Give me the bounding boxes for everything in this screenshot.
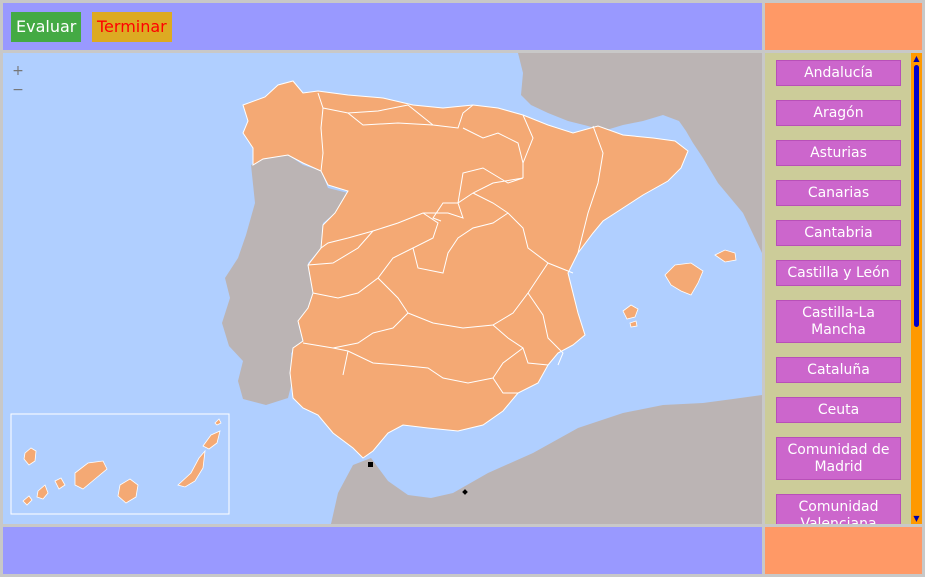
menorca-island[interactable] bbox=[714, 249, 737, 263]
region-panel: Andalucía Aragón Asturias Canarias Canta… bbox=[765, 53, 922, 524]
mallorca-island[interactable] bbox=[664, 262, 704, 296]
scroll-thumb[interactable] bbox=[914, 65, 919, 327]
region-item-aragon[interactable]: Aragón bbox=[776, 100, 901, 126]
top-right-panel bbox=[765, 3, 922, 50]
region-item-ceuta[interactable]: Ceuta bbox=[776, 397, 901, 423]
top-toolbar: Evaluar Terminar bbox=[3, 3, 762, 50]
region-item-comunidad-valenciana[interactable]: Comunidad Valenciana bbox=[776, 494, 901, 524]
zoom-out-button[interactable]: − bbox=[11, 82, 25, 98]
ibiza-island[interactable] bbox=[622, 304, 639, 320]
zoom-in-button[interactable]: + bbox=[11, 63, 25, 79]
bottom-right-panel bbox=[765, 527, 922, 574]
region-item-cataluna[interactable]: Cataluña bbox=[776, 357, 901, 383]
canary-islands[interactable] bbox=[22, 418, 222, 506]
formentera-island[interactable] bbox=[629, 320, 638, 328]
region-item-castilla-y-leon[interactable]: Castilla y León bbox=[776, 260, 901, 286]
region-item-comunidad-de-madrid[interactable]: Comunidad de Madrid bbox=[776, 437, 901, 480]
region-item-cantabria[interactable]: Cantabria bbox=[776, 220, 901, 246]
region-item-castilla-la-mancha[interactable]: Castilla-La Mancha bbox=[776, 300, 901, 343]
finish-button[interactable]: Terminar bbox=[92, 12, 172, 42]
spain-map[interactable] bbox=[3, 53, 762, 524]
bottom-bar bbox=[3, 527, 762, 574]
scrollbar[interactable]: ▲ ▼ bbox=[911, 53, 922, 524]
ceuta-marker[interactable] bbox=[368, 462, 373, 467]
map-area[interactable]: + − bbox=[3, 53, 762, 524]
scroll-down-arrow-icon[interactable]: ▼ bbox=[912, 514, 921, 523]
scroll-up-arrow-icon[interactable]: ▲ bbox=[912, 54, 921, 63]
region-list: Andalucía Aragón Asturias Canarias Canta… bbox=[776, 60, 901, 524]
region-item-asturias[interactable]: Asturias bbox=[776, 140, 901, 166]
evaluate-button[interactable]: Evaluar bbox=[11, 12, 82, 42]
spain-land[interactable] bbox=[242, 80, 689, 459]
region-item-canarias[interactable]: Canarias bbox=[776, 180, 901, 206]
region-item-andalucia[interactable]: Andalucía bbox=[776, 60, 901, 86]
